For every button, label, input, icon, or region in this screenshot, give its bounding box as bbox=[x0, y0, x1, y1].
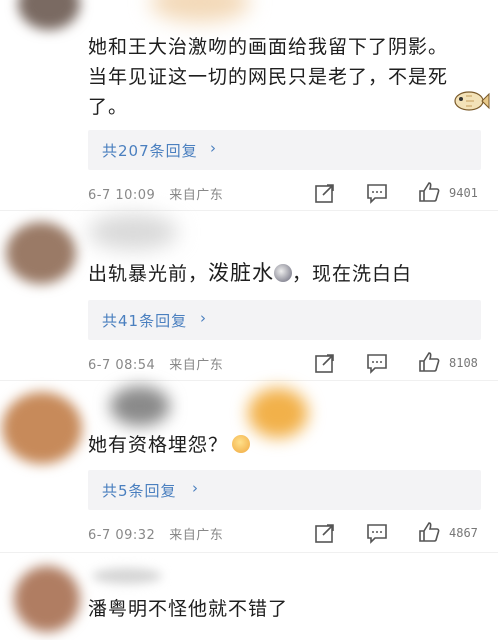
avatar[interactable] bbox=[14, 566, 80, 632]
avatar-decor bbox=[248, 388, 308, 438]
like-icon[interactable] bbox=[418, 181, 440, 203]
comment-source: 来自广东 bbox=[169, 528, 224, 543]
comment-icon[interactable] bbox=[366, 352, 388, 374]
avatar[interactable] bbox=[2, 392, 82, 464]
divider bbox=[0, 552, 498, 553]
comment-icon[interactable] bbox=[366, 182, 388, 204]
comment-text: 她和王大治激吻的画面给我留下了阴影。 当年见证这一切的网民只是老了，不是死 了。 bbox=[88, 32, 458, 122]
replies-count[interactable]: 共207条回复 bbox=[102, 140, 198, 161]
like-icon[interactable] bbox=[418, 521, 440, 543]
replies-box[interactable]: 共207条回复 › bbox=[88, 130, 481, 170]
scared-emoji-icon bbox=[232, 435, 251, 453]
replies-count[interactable]: 共41条回复 bbox=[102, 310, 187, 331]
comment-text-emphasis: 泼脏水 bbox=[208, 261, 275, 285]
comment-source: 来自广东 bbox=[169, 358, 224, 373]
share-icon[interactable] bbox=[314, 522, 336, 544]
comment-text: 她有资格埋怨？ bbox=[88, 430, 251, 460]
share-icon[interactable] bbox=[314, 352, 336, 374]
comment-icon[interactable] bbox=[366, 522, 388, 544]
comment-text-part: 潘粤明不怪他就不错了 bbox=[88, 598, 289, 620]
chevron-right-icon: › bbox=[210, 139, 216, 157]
divider bbox=[0, 380, 498, 381]
replies-count[interactable]: 共5条回复 bbox=[102, 480, 177, 501]
comment-meta: 6-7 09:32 来自广东 bbox=[88, 524, 223, 543]
comment-text-part: 她有资格埋怨？ bbox=[88, 434, 229, 456]
comment-text-part: 出轨暴光前， bbox=[88, 263, 209, 285]
comment-date: 6-7 09:32 bbox=[88, 528, 156, 543]
share-icon[interactable] bbox=[314, 182, 336, 204]
comment-line: 了。 bbox=[88, 96, 129, 118]
divider bbox=[0, 210, 498, 211]
comment-line: 她和王大治激吻的画面给我留下了阴影。 bbox=[88, 36, 449, 58]
replies-box[interactable]: 共5条回复 › bbox=[88, 470, 481, 510]
chevron-right-icon: › bbox=[200, 309, 206, 327]
avatar[interactable] bbox=[18, 0, 80, 30]
comment-date: 6-7 10:09 bbox=[88, 188, 156, 203]
comment-source: 来自广东 bbox=[169, 188, 224, 203]
comment-meta: 6-7 10:09 来自广东 bbox=[88, 184, 223, 203]
avatar-decor bbox=[110, 386, 170, 426]
comment-meta: 6-7 08:54 来自广东 bbox=[88, 354, 223, 373]
like-count: 9401 bbox=[449, 186, 478, 200]
comment-date: 6-7 08:54 bbox=[88, 358, 156, 373]
avatar-decor bbox=[88, 214, 178, 250]
like-count: 4867 bbox=[449, 526, 478, 540]
comment-text: 潘粤明不怪他就不错了 bbox=[88, 594, 288, 624]
comment-text-part: ，现在洗白白 bbox=[292, 263, 413, 285]
like-icon[interactable] bbox=[418, 351, 440, 373]
like-count: 8108 bbox=[449, 356, 478, 370]
comment-line: 当年见证这一切的网民只是老了，不是死 bbox=[88, 66, 449, 88]
avatar-decor bbox=[92, 568, 162, 584]
avatar[interactable] bbox=[6, 222, 76, 284]
fish-sticker-icon bbox=[452, 88, 490, 114]
replies-box[interactable]: 共41条回复 › bbox=[88, 300, 481, 340]
avatar-decor bbox=[150, 0, 250, 22]
comment-text: 出轨暴光前，泼脏水 ，现在洗白白 bbox=[88, 258, 412, 289]
chevron-right-icon: › bbox=[192, 479, 198, 497]
smile-emoji-icon bbox=[274, 264, 293, 282]
